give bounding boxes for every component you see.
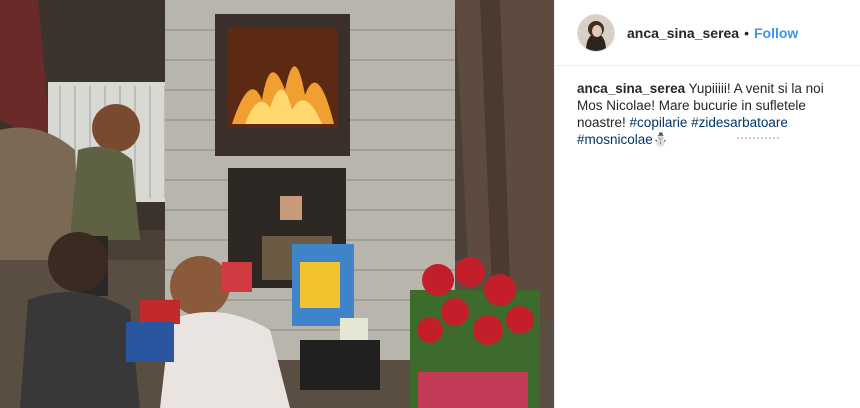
post-sidebar: anca_sina_serea • Follow anca_sina_serea…	[554, 0, 860, 408]
avatar[interactable]	[577, 13, 615, 52]
header-username[interactable]: anca_sina_serea	[627, 25, 739, 41]
faint-divider	[737, 137, 779, 142]
post-header: anca_sina_serea • Follow	[555, 0, 860, 66]
fireplace-scene-image	[0, 0, 554, 408]
caption-username[interactable]: anca_sina_serea	[577, 81, 685, 96]
profile-picture-icon	[578, 14, 614, 51]
hashtag-zidesarbatoare[interactable]: #zidesarbatoare	[691, 115, 788, 130]
post-photo[interactable]	[0, 0, 554, 408]
separator-dot: •	[744, 24, 749, 41]
instagram-post: anca_sina_serea • Follow anca_sina_serea…	[0, 0, 860, 408]
snowman-emoji-icon: ⛄	[652, 132, 669, 147]
hashtag-mosnicolae[interactable]: #mosnicolae	[577, 132, 653, 147]
post-caption: anca_sina_serea Yupiiiii! A venit si la …	[555, 66, 860, 148]
follow-button[interactable]: Follow	[754, 25, 798, 41]
hashtag-copilarie[interactable]: #copilarie	[630, 115, 688, 130]
